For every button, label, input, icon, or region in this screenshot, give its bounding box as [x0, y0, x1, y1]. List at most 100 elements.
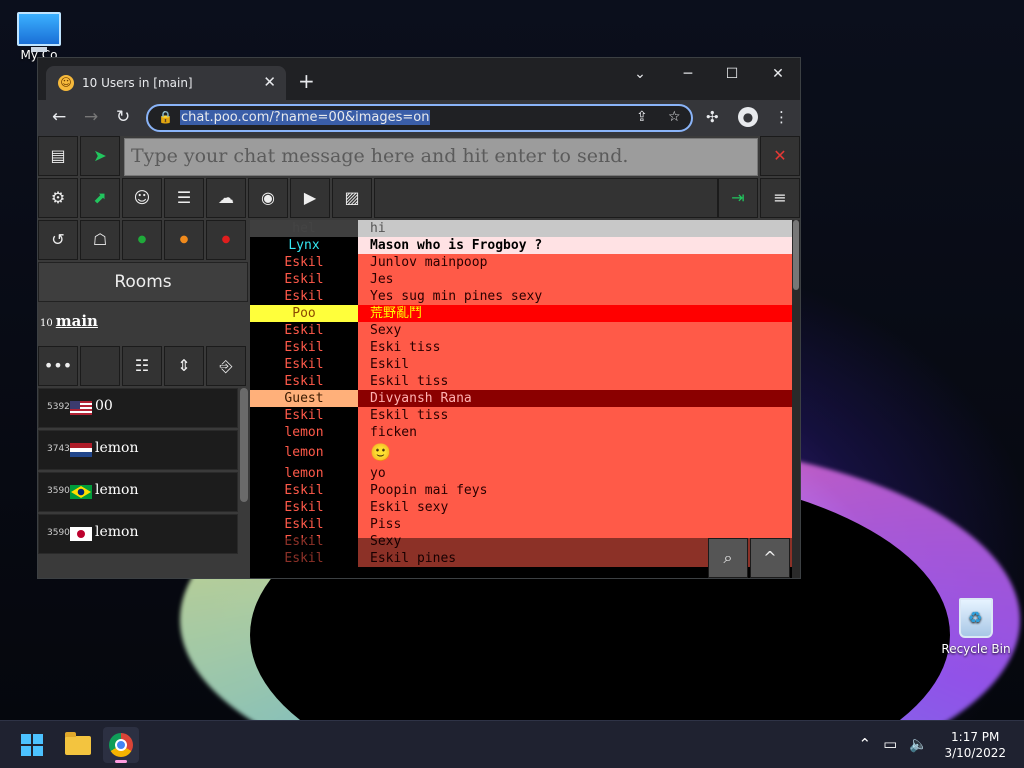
chat-scrollbar[interactable] [792, 220, 800, 578]
reload-button[interactable]: ↻ [116, 107, 130, 127]
status-red-button[interactable]: ● [206, 220, 246, 260]
sidebar-scrollbar[interactable] [240, 388, 248, 502]
camera-button[interactable]: ◉ [248, 178, 288, 218]
share-icon[interactable]: ⇪ [636, 109, 648, 125]
message-nick[interactable]: Eskil [250, 482, 358, 499]
message-nick[interactable]: lemon [250, 424, 358, 441]
tab-close-icon[interactable]: ✕ [263, 73, 276, 91]
message-text: Junlov mainpoop [358, 254, 792, 271]
status-green-button[interactable]: ● [122, 220, 162, 260]
back-button[interactable]: ← [52, 107, 66, 127]
message-nick[interactable]: Poo [250, 305, 358, 322]
chat-scrollbar-thumb[interactable] [793, 220, 799, 290]
taskbar-clock[interactable]: 1:17 PM 3/10/2022 [944, 729, 1006, 761]
current-room[interactable]: 10 main [40, 312, 98, 330]
user-name: lemon [95, 524, 139, 540]
tab-search-chevron-icon[interactable]: ⌄ [626, 66, 654, 82]
message-nick[interactable]: Eskil [250, 407, 358, 424]
status-orange-button[interactable]: ● [164, 220, 204, 260]
start-windows-icon[interactable] [14, 727, 50, 763]
blank-button[interactable] [80, 346, 120, 386]
message-nick[interactable]: Eskil [250, 288, 358, 305]
minimize-button[interactable]: ─ [674, 66, 702, 82]
network-icon[interactable]: ▭ [883, 735, 897, 753]
profile-avatar-icon[interactable]: ● [738, 107, 758, 127]
brazil-flag-icon [70, 485, 92, 499]
hamburger-menu-button[interactable]: ≡ [760, 178, 800, 218]
sliders-button[interactable]: ☰ [164, 178, 204, 218]
message-nick[interactable]: Eskil [250, 499, 358, 516]
image-button[interactable]: ▨ [332, 178, 372, 218]
message-nick[interactable]: lemon [250, 441, 358, 465]
exit-door-button[interactable]: ⎆ [206, 346, 246, 386]
message-nick[interactable]: Eskil [250, 254, 358, 271]
netherlands-flag-icon [70, 443, 92, 457]
message-nick[interactable]: lemon [250, 465, 358, 482]
volume-icon[interactable]: 🔈 [909, 735, 928, 753]
message-text: 🙂 [358, 441, 792, 465]
upload-cloud-button[interactable]: ☁ [206, 178, 246, 218]
chat-message-row: lemon ficken [250, 424, 792, 441]
message-nick[interactable]: Guest [250, 390, 358, 407]
chat-page: ▤ ➤ Type your chat message here and hit … [38, 136, 800, 578]
new-tab-button[interactable]: + [298, 69, 315, 93]
more-options-button[interactable]: ••• [38, 346, 78, 386]
address-bar[interactable]: 🔒 chat.poo.com/?name=00&images=on ⇪ ☆ [146, 104, 693, 132]
scroll-up-chevron-icon[interactable]: ^ [750, 538, 790, 578]
chat-message-row: hel hi [250, 220, 792, 237]
chat-message-row: lemon 🙂 [250, 441, 792, 465]
list-menu-button[interactable]: ▤ [38, 136, 78, 176]
search-icon[interactable]: ⌕ [708, 538, 748, 578]
window-close-button[interactable]: ✕ [764, 66, 792, 82]
clear-input-button[interactable]: ✕ [760, 136, 800, 176]
chrome-icon[interactable] [103, 727, 139, 763]
browser-tab[interactable]: ☺ 10 Users in [main] ✕ [46, 66, 286, 100]
url-text[interactable]: chat.poo.com/?name=00&images=on [180, 110, 431, 125]
user-id: 3743 [47, 444, 70, 454]
desktop-icon-recycle-bin[interactable]: ♻ Recycle Bin [938, 596, 1014, 656]
chat-message-input[interactable]: Type your chat message here and hit ente… [124, 138, 758, 176]
message-nick[interactable]: Eskil [250, 322, 358, 339]
rooms-header[interactable]: Rooms [38, 262, 248, 302]
message-text: ficken [358, 424, 792, 441]
maximize-button[interactable]: ☐ [718, 66, 746, 82]
desktop-icon-label: Recycle Bin [941, 642, 1011, 656]
user-row[interactable]: 5392 00 [38, 388, 238, 428]
user-row[interactable]: 3590 lemon [38, 514, 238, 554]
tray-chevron-up-icon[interactable]: ⌃ [859, 735, 872, 753]
message-nick[interactable]: Eskil [250, 356, 358, 373]
emoji-smile-button[interactable]: ☺ [122, 178, 162, 218]
chat-message-row: Eskil Eskil tiss [250, 373, 792, 390]
sidebar: Rooms 10 main ••• ☷ ⇕ ⎆ 5392 00 3743 lem… [38, 262, 248, 578]
monitor-icon [17, 12, 61, 52]
message-nick[interactable]: Eskil [250, 373, 358, 390]
message-text: Mason who is Frogboy ? [358, 237, 792, 254]
extensions-puzzle-icon[interactable]: ✣ [706, 108, 719, 126]
desktop-icon-my-computer[interactable]: My Co [0, 8, 78, 62]
sort-button[interactable]: ⇕ [164, 346, 204, 386]
settings-gears-button[interactable]: ⚙ [38, 178, 78, 218]
chat-message-row: Eskil Yes sug min pines sexy [250, 288, 792, 305]
message-nick[interactable]: hel [250, 220, 358, 237]
send-paper-plane-button[interactable]: ➤ [80, 136, 120, 176]
video-play-button[interactable]: ▶ [290, 178, 330, 218]
browser-menu-kebab-icon[interactable]: ⋮ [774, 108, 789, 126]
message-nick[interactable]: Eskil [250, 516, 358, 533]
bookmark-star-icon[interactable]: ☆ [668, 109, 681, 125]
message-nick[interactable]: Lynx [250, 237, 358, 254]
message-nick[interactable]: Eskil [250, 271, 358, 288]
login-button[interactable]: ⇥ [718, 178, 758, 218]
forward-button[interactable]: → [84, 107, 98, 127]
bot-button[interactable]: ☖ [80, 220, 120, 260]
list-view-button[interactable]: ☷ [122, 346, 162, 386]
file-explorer-icon[interactable] [60, 727, 96, 763]
user-row[interactable]: 3743 lemon [38, 430, 238, 470]
message-nick[interactable]: Eskil [250, 339, 358, 356]
history-button[interactable]: ↺ [38, 220, 78, 260]
lock-icon[interactable]: 🔒 [158, 110, 173, 124]
user-row[interactable]: 3590 lemon [38, 472, 238, 512]
message-text: 荒野亂鬥 [358, 305, 792, 322]
message-text: Poopin mai feys [358, 482, 792, 499]
message-text: Jes [358, 271, 792, 288]
popout-button[interactable]: ⬈ [80, 178, 120, 218]
